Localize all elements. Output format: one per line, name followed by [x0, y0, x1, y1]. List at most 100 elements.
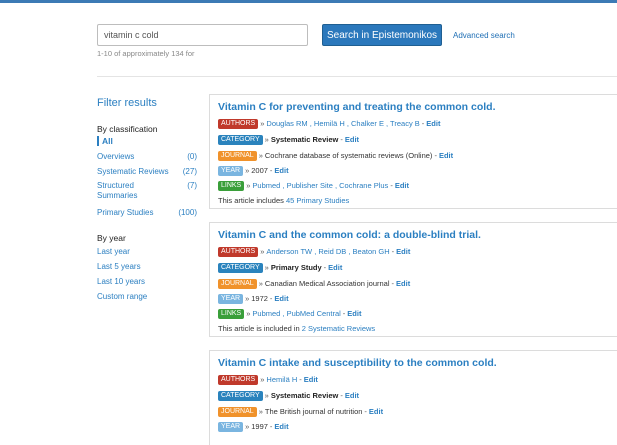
- top-accent-bar: [0, 0, 617, 3]
- filter-count: (27): [182, 167, 197, 176]
- journal-tag: JOURNAL: [218, 279, 257, 289]
- authors-list[interactable]: Hemilä H: [266, 375, 297, 384]
- systematic-reviews-link[interactable]: 2 Systematic Reviews: [302, 324, 375, 333]
- authors-tag: AUTHORS: [218, 247, 259, 257]
- filter-systematic-reviews[interactable]: Systematic Reviews (27): [97, 167, 197, 177]
- filter-results-heading: Filter results: [97, 97, 157, 109]
- note-text: This article is included in: [218, 324, 302, 333]
- search-input[interactable]: [97, 24, 308, 46]
- filter-name[interactable]: Structured Summaries: [97, 181, 157, 201]
- filter-name[interactable]: Overviews: [97, 152, 134, 161]
- authors-row: AUTHORS» Douglas RM , Hemilä H , Chalker …: [218, 119, 440, 129]
- links-row: LINKS» Pubmed , PubMed Central - Edit: [218, 309, 361, 319]
- category-value: Systematic Review: [270, 391, 339, 400]
- edit-link[interactable]: Edit: [345, 391, 359, 400]
- dash: -: [269, 294, 273, 303]
- filter-count: (0): [187, 152, 197, 161]
- year-filter-custom-range[interactable]: Custom range: [97, 292, 147, 301]
- category-row: CATEGORY» Systematic Review - Edit: [218, 391, 359, 401]
- authors-row: AUTHORS» Anderson TW , Reid DB , Beaton G…: [218, 247, 410, 257]
- edit-link[interactable]: Edit: [274, 166, 288, 175]
- dash: -: [269, 422, 273, 431]
- filter-structured-summaries[interactable]: Structured Summaries (7): [97, 181, 197, 201]
- result-title[interactable]: Vitamin C and the common cold: a double-…: [218, 229, 481, 241]
- edit-link[interactable]: Edit: [345, 135, 359, 144]
- edit-link[interactable]: Edit: [304, 375, 318, 384]
- edit-link[interactable]: Edit: [347, 309, 361, 318]
- dash: -: [391, 279, 395, 288]
- edit-link[interactable]: Edit: [396, 247, 410, 256]
- separator: »: [245, 422, 250, 431]
- edit-link[interactable]: Edit: [395, 181, 409, 190]
- separator: »: [260, 119, 265, 128]
- separator: »: [258, 151, 263, 160]
- year-row: YEAR» 1997- Edit: [218, 422, 289, 432]
- year-tag: YEAR: [218, 294, 244, 304]
- separator: »: [246, 181, 251, 190]
- result-card: Vitamin C intake and susceptibility to t…: [209, 350, 617, 445]
- dash: -: [342, 309, 346, 318]
- filter-name[interactable]: Systematic Reviews: [97, 167, 169, 176]
- separator: »: [258, 279, 263, 288]
- year-filter-last-year[interactable]: Last year: [97, 247, 130, 256]
- dash: -: [434, 151, 437, 160]
- dash: -: [391, 247, 395, 256]
- dash: -: [340, 135, 343, 144]
- dash: -: [364, 407, 367, 416]
- year-filter-last-10-years[interactable]: Last 10 years: [97, 277, 145, 286]
- dash: -: [323, 263, 327, 272]
- edit-link[interactable]: Edit: [426, 119, 440, 128]
- journal-value: The British journal of nutrition: [264, 407, 363, 416]
- dash: -: [390, 181, 393, 190]
- header-divider: [97, 76, 617, 77]
- journal-row: JOURNAL» The British journal of nutrition…: [218, 407, 383, 417]
- separator: »: [264, 263, 269, 272]
- separator: »: [264, 135, 269, 144]
- year-value: 2007: [251, 166, 268, 175]
- year-row: YEAR» 2007- Edit: [218, 166, 289, 176]
- edit-link[interactable]: Edit: [439, 151, 453, 160]
- edit-link[interactable]: Edit: [274, 422, 288, 431]
- advanced-search-link[interactable]: Advanced search: [453, 31, 515, 40]
- edit-link[interactable]: Edit: [396, 279, 410, 288]
- authors-list[interactable]: Douglas RM , Hemilä H , Chalker E , Trea…: [266, 119, 419, 128]
- by-year-heading: By year: [97, 233, 126, 243]
- dash: -: [269, 166, 273, 175]
- year-filter-last-5-years[interactable]: Last 5 years: [97, 262, 141, 271]
- filter-overviews[interactable]: Overviews (0): [97, 152, 197, 162]
- edit-link[interactable]: Edit: [369, 407, 383, 416]
- authors-list[interactable]: Anderson TW , Reid DB , Beaton GH: [266, 247, 389, 256]
- separator: »: [264, 391, 269, 400]
- links-list[interactable]: Pubmed , PubMed Central: [252, 309, 340, 318]
- category-tag: CATEGORY: [218, 391, 263, 401]
- separator: »: [245, 294, 250, 303]
- authors-row: AUTHORS» Hemilä H - Edit: [218, 375, 318, 385]
- links-tag: LINKS: [218, 181, 245, 191]
- links-list[interactable]: Pubmed , Publisher Site , Cochrane Plus: [252, 181, 388, 190]
- journal-row: JOURNAL» Cochrane database of systematic …: [218, 151, 453, 161]
- edit-link[interactable]: Edit: [328, 263, 342, 272]
- dash: -: [340, 391, 343, 400]
- separator: »: [260, 247, 265, 256]
- search-button[interactable]: Search in Epistemonikos: [322, 24, 442, 46]
- separator: »: [246, 309, 251, 318]
- category-row: CATEGORY» Systematic Review - Edit: [218, 135, 359, 145]
- links-tag: LINKS: [218, 309, 245, 319]
- journal-row: JOURNAL» Canadian Medical Association jou…: [218, 279, 410, 289]
- result-title[interactable]: Vitamin C for preventing and treating th…: [218, 101, 496, 113]
- journal-tag: JOURNAL: [218, 407, 257, 417]
- note-text: This article includes: [218, 196, 286, 205]
- filter-name[interactable]: Primary Studies: [97, 208, 153, 217]
- included-note: This article includes 45 Primary Studies: [218, 196, 349, 205]
- year-tag: YEAR: [218, 422, 244, 432]
- filter-count: (100): [178, 208, 197, 217]
- filter-all[interactable]: All: [97, 136, 113, 146]
- result-title[interactable]: Vitamin C intake and susceptibility to t…: [218, 357, 497, 369]
- authors-tag: AUTHORS: [218, 119, 259, 129]
- result-card: Vitamin C for preventing and treating th…: [209, 94, 617, 209]
- primary-studies-link[interactable]: 45 Primary Studies: [286, 196, 349, 205]
- filter-primary-studies[interactable]: Primary Studies (100): [97, 208, 197, 218]
- category-tag: CATEGORY: [218, 135, 263, 145]
- journal-tag: JOURNAL: [218, 151, 257, 161]
- edit-link[interactable]: Edit: [274, 294, 288, 303]
